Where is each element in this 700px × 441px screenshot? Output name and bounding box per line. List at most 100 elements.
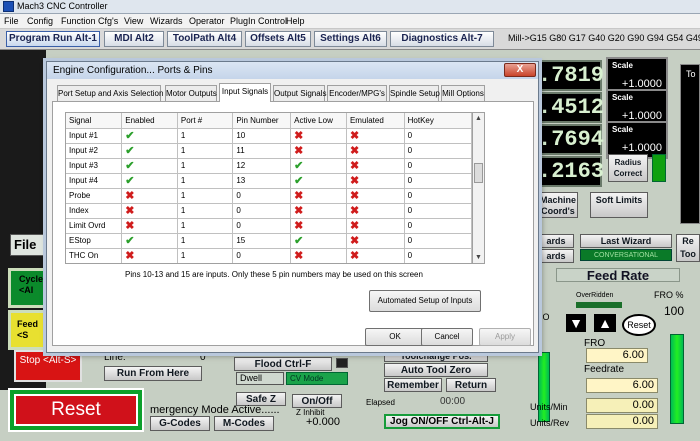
enabled-cell[interactable]: ✔	[121, 128, 178, 144]
emulated-cell[interactable]: ✖	[346, 158, 405, 174]
pin-number-cell[interactable]: 0	[232, 188, 292, 204]
active-low-cell[interactable]: ✔	[290, 233, 347, 249]
tab-input-signals[interactable]: Input Signals	[219, 83, 271, 102]
wizards-button-2[interactable]: ards	[538, 249, 574, 263]
menu-operator[interactable]: Operator	[189, 15, 225, 28]
port-cell[interactable]: 1	[177, 128, 234, 144]
pin-number-cell[interactable]: 15	[232, 233, 292, 249]
soft-limits-button[interactable]: Soft Limits	[590, 192, 648, 218]
emulated-cell[interactable]: ✖	[346, 218, 405, 234]
signal-cell[interactable]: EStop	[66, 233, 123, 249]
grid-scrollbar[interactable]: ▲ ▼	[473, 112, 485, 264]
emulated-cell[interactable]: ✖	[346, 143, 405, 159]
enabled-cell[interactable]: ✖	[121, 203, 178, 219]
table-row[interactable]: Probe ✖ 1 0 ✖ ✖ 0	[66, 188, 472, 204]
tab-program-run[interactable]: Program Run Alt-1	[6, 31, 100, 47]
scroll-thumb[interactable]	[474, 163, 483, 183]
pin-number-cell[interactable]: 10	[232, 128, 292, 144]
active-low-cell[interactable]: ✖	[290, 128, 347, 144]
remember-button[interactable]: Remember	[384, 378, 442, 392]
dro-y[interactable]: .4512	[536, 92, 604, 123]
port-cell[interactable]: 1	[177, 188, 234, 204]
table-row[interactable]: Input #1 ✔ 1 10 ✖ ✖ 0	[66, 128, 472, 144]
pin-number-cell[interactable]: 0	[232, 248, 292, 263]
pin-number-cell[interactable]: 0	[232, 203, 292, 219]
active-low-cell[interactable]: ✖	[290, 203, 347, 219]
port-cell[interactable]: 1	[177, 203, 234, 219]
port-cell[interactable]: 1	[177, 218, 234, 234]
tab-spindle-setup[interactable]: Spindle Setup	[389, 85, 440, 101]
fro-down-icon[interactable]: ▼	[566, 314, 586, 332]
menu-config[interactable]: Config	[27, 15, 53, 28]
scale-z-value[interactable]: +1.0000	[622, 142, 662, 154]
radius-correct-button[interactable]: Radius Correct	[608, 154, 648, 182]
pin-number-cell[interactable]: 12	[232, 158, 292, 174]
dro-z[interactable]: .7694	[536, 124, 604, 155]
tab-offsets[interactable]: Offsets Alt5	[245, 31, 311, 47]
fro-up-icon[interactable]: ▲	[594, 314, 616, 332]
feed-hold-button[interactable]: Feed <S	[8, 310, 48, 350]
enabled-cell[interactable]: ✖	[121, 218, 178, 234]
menu-function-cfgs[interactable]: Function Cfg's	[61, 15, 118, 28]
hotkey-cell[interactable]: 0	[404, 188, 472, 204]
active-low-cell[interactable]: ✔	[290, 158, 347, 174]
port-cell[interactable]: 1	[177, 233, 234, 249]
feedrate-value[interactable]: 6.00	[586, 378, 658, 393]
menu-wizards[interactable]: Wizards	[150, 15, 183, 28]
stop-button[interactable]: Stop <Alt-S>	[14, 350, 82, 382]
emulated-cell[interactable]: ✖	[346, 188, 405, 204]
hotkey-cell[interactable]: 0	[404, 143, 472, 159]
signal-cell[interactable]: Input #3	[66, 158, 123, 174]
emulated-cell[interactable]: ✖	[346, 173, 405, 189]
enabled-cell[interactable]: ✔	[121, 143, 178, 159]
active-low-cell[interactable]: ✔	[290, 173, 347, 189]
signal-cell[interactable]: Index	[66, 203, 123, 219]
scroll-down-icon[interactable]: ▼	[473, 252, 484, 263]
hotkey-cell[interactable]: 0	[404, 158, 472, 174]
table-row[interactable]: EStop ✔ 1 15 ✔ ✖ 0	[66, 233, 472, 249]
fro-reset-button[interactable]: Reset	[622, 314, 656, 336]
automated-setup-button[interactable]: Automated Setup of Inputs	[369, 290, 481, 312]
z-inhibit-value[interactable]: +0.000	[306, 416, 340, 428]
table-row[interactable]: Input #2 ✔ 1 11 ✖ ✖ 0	[66, 143, 472, 159]
dialog-close-button[interactable]: X	[504, 63, 536, 77]
table-row[interactable]: Index ✖ 1 0 ✖ ✖ 0	[66, 203, 472, 219]
hotkey-cell[interactable]: 0	[404, 248, 472, 263]
signal-cell[interactable]: Probe	[66, 188, 123, 204]
signal-cell[interactable]: Limit Ovrd	[66, 218, 123, 234]
scroll-up-icon[interactable]: ▲	[473, 113, 484, 124]
gcodes-button[interactable]: G-Codes	[150, 416, 210, 431]
signal-cell[interactable]: Input #1	[66, 128, 123, 144]
hotkey-cell[interactable]: 0	[404, 128, 472, 144]
emulated-cell[interactable]: ✖	[346, 248, 405, 263]
menu-help[interactable]: Help	[286, 15, 305, 28]
tab-motor-outputs[interactable]: Motor Outputs	[165, 85, 217, 101]
hotkey-cell[interactable]: 0	[404, 218, 472, 234]
emulated-cell[interactable]: ✖	[346, 203, 405, 219]
table-row[interactable]: Limit Ovrd ✖ 1 0 ✖ ✖ 0	[66, 218, 472, 234]
z-inhibit-toggle[interactable]: On/Off	[292, 394, 342, 408]
hotkey-cell[interactable]: 0	[404, 173, 472, 189]
pin-number-cell[interactable]: 13	[232, 173, 292, 189]
table-row[interactable]: THC On ✖ 1 0 ✖ ✖ 0	[66, 248, 472, 263]
tab-diagnostics[interactable]: Diagnostics Alt-7	[390, 31, 494, 47]
mcodes-button[interactable]: M-Codes	[214, 416, 274, 431]
menu-file[interactable]: File	[4, 15, 19, 28]
dro-4[interactable]: .2163	[536, 156, 604, 187]
reset-button[interactable]: Reset	[14, 394, 138, 426]
fro-value[interactable]: 6.00	[586, 348, 648, 363]
enabled-cell[interactable]: ✔	[121, 158, 178, 174]
tab-mill-options[interactable]: Mill Options	[441, 85, 485, 101]
cancel-button[interactable]: Cancel	[421, 328, 473, 346]
pin-number-cell[interactable]: 11	[232, 143, 292, 159]
enabled-cell[interactable]: ✖	[121, 248, 178, 263]
table-row[interactable]: Input #3 ✔ 1 12 ✔ ✖ 0	[66, 158, 472, 174]
apply-button[interactable]: Apply	[479, 328, 531, 346]
wizards-button[interactable]: ards	[538, 234, 574, 248]
emulated-cell[interactable]: ✖	[346, 233, 405, 249]
tab-port-setup[interactable]: Port Setup and Axis Selection	[57, 85, 163, 101]
dro-x[interactable]: .7819	[536, 60, 604, 91]
emulated-cell[interactable]: ✖	[346, 128, 405, 144]
port-cell[interactable]: 1	[177, 143, 234, 159]
ok-button[interactable]: OK	[365, 328, 425, 346]
